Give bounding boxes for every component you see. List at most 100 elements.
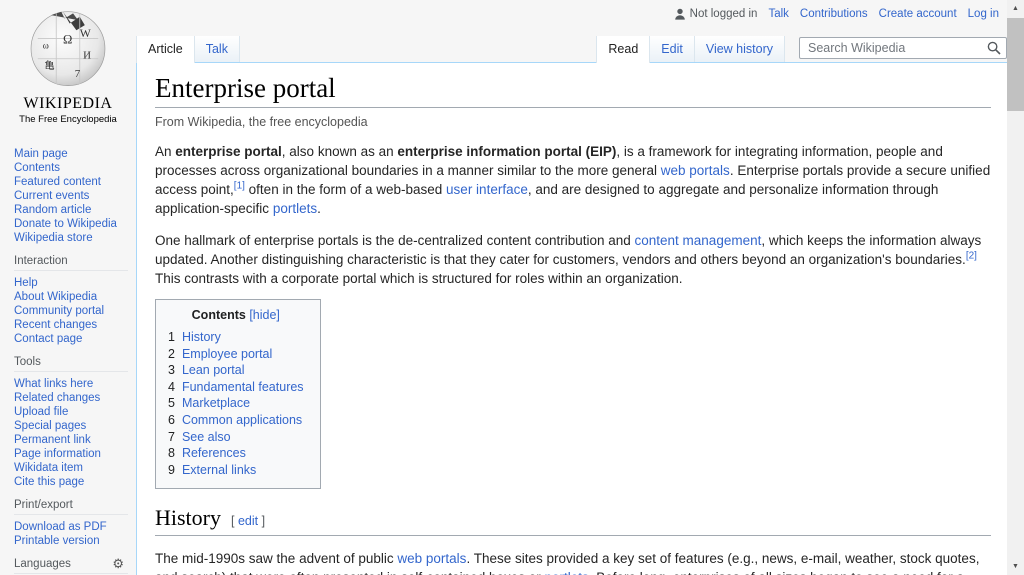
tab-bar: ArticleTalk ReadEditView history: [136, 36, 1007, 62]
text-run: The mid-1990s saw the advent of public: [155, 551, 397, 566]
sidebar-item-wikipedia-store[interactable]: Wikipedia store: [14, 231, 128, 245]
article-content: Enterprise portal From Wikipedia, the fr…: [136, 62, 1007, 575]
scrollbar[interactable]: ▲ ▼: [1007, 0, 1024, 575]
text-run: , also known as an: [282, 144, 398, 159]
section-title-label: Languages: [14, 558, 71, 570]
sidebar-item-current-events[interactable]: Current events: [14, 189, 128, 203]
toc-item-marketplace[interactable]: 5Marketplace: [168, 395, 304, 412]
personal-link-log-in[interactable]: Log in: [968, 8, 999, 20]
reference-sup: [2]: [966, 251, 977, 262]
sidebar: Ω W И 7 亀 ω WIKIPEDIA The Free Encyclope…: [0, 0, 136, 575]
toc-link-lean-portal[interactable]: Lean portal: [182, 363, 245, 377]
sidebar-item-featured-content[interactable]: Featured content: [14, 175, 128, 189]
toc-item-external-links[interactable]: 9 External links: [168, 462, 304, 479]
wikipedia-logo[interactable]: Ω W И 7 亀 ω WIKIPEDIA The Free Encyclope…: [0, 0, 136, 125]
toc-item-history[interactable]: 1History: [168, 329, 304, 346]
sidebar-section-tools: ToolsWhat links hereRelated changesUploa…: [14, 356, 128, 489]
toc-link-external-links[interactable]: External links: [182, 463, 256, 477]
toc-item-common-applications[interactable]: 6Common applications: [168, 412, 304, 429]
svg-text:W: W: [80, 27, 92, 40]
wikipedia-tagline: The Free Encyclopedia: [0, 114, 136, 125]
tab-article[interactable]: Article: [136, 36, 195, 63]
toc-link-common-applications[interactable]: Common applications: [182, 413, 302, 427]
toc-item-references[interactable]: 8References: [168, 445, 304, 462]
toc-number: 9: [168, 463, 175, 477]
sidebar-item-special-pages[interactable]: Special pages: [14, 419, 128, 433]
toc-link-fundamental-features[interactable]: Fundamental features: [182, 380, 304, 394]
sidebar-item-contact-page[interactable]: Contact page: [14, 332, 128, 346]
search-box: [799, 37, 1007, 59]
sidebar-section-print-export: Print/exportDownload as PDFPrintable ver…: [14, 499, 128, 548]
gear-icon[interactable]: ⚙: [112, 559, 124, 569]
toc-link-references[interactable]: References: [182, 446, 246, 460]
toc-item-fundamental-features[interactable]: 4Fundamental features: [168, 379, 304, 396]
sidebar-item-printable-version[interactable]: Printable version: [14, 534, 128, 548]
sidebar-item-download-as-pdf[interactable]: Download as PDF: [14, 520, 128, 534]
sidebar-item-recent-changes[interactable]: Recent changes: [14, 318, 128, 332]
sidebar-item-community-portal[interactable]: Community portal: [14, 304, 128, 318]
scroll-down-icon[interactable]: ▼: [1007, 558, 1024, 575]
reference-link[interactable]: [1]: [234, 181, 245, 192]
lead-paragraph-1: An enterprise portal, also known as an e…: [155, 142, 991, 218]
personal-status: Not logged in: [674, 8, 758, 20]
tab-view-history[interactable]: View history: [695, 36, 785, 62]
text-run: One hallmark of enterprise portals is th…: [155, 233, 635, 248]
toc-link-marketplace[interactable]: Marketplace: [182, 396, 250, 410]
toc-hide-link[interactable]: [hide]: [249, 308, 280, 322]
page-header: Not logged in Talk Contributions Create ac…: [136, 0, 1007, 62]
tab-edit[interactable]: Edit: [650, 36, 695, 62]
sidebar-item-donate-to-wikipedia[interactable]: Donate to Wikipedia: [14, 217, 128, 231]
article-link-web-portals[interactable]: web portals: [397, 551, 466, 566]
sidebar-item-wikidata-item[interactable]: Wikidata item: [14, 461, 128, 475]
toc-item-employee-portal[interactable]: 2Employee portal: [168, 346, 304, 363]
article-link-portlets[interactable]: portlets: [273, 201, 317, 216]
page-title: Enterprise portal: [155, 73, 991, 108]
sidebar-section-interaction: InteractionHelpAbout WikipediaCommunity …: [14, 255, 128, 346]
text-run: .: [317, 201, 321, 216]
article-link-content-management[interactable]: content management: [635, 233, 762, 248]
article-link-portlets[interactable]: portlets: [544, 570, 588, 575]
bold-term: enterprise information portal (EIP): [397, 144, 616, 159]
svg-text:7: 7: [75, 68, 81, 80]
text-run: often in the form of a web-based: [245, 182, 446, 197]
history-paragraph-1: The mid-1990s saw the advent of public w…: [155, 549, 991, 575]
toc-item-see-also[interactable]: 7 See also: [168, 429, 304, 446]
sidebar-item-page-information[interactable]: Page information: [14, 447, 128, 461]
scrollbar-thumb[interactable]: [1007, 18, 1024, 111]
bold-term: enterprise portal: [175, 144, 282, 159]
search-input[interactable]: [799, 37, 1007, 59]
reference-sup: [1]: [234, 181, 245, 192]
user-icon: [674, 8, 686, 20]
sidebar-item-permanent-link[interactable]: Permanent link: [14, 433, 128, 447]
article-link-web-portals[interactable]: web portals: [661, 163, 730, 178]
reference-link[interactable]: [2]: [966, 251, 977, 262]
personal-link-create-account[interactable]: Create account: [879, 8, 957, 20]
toc-link-see-also[interactable]: See also: [182, 430, 231, 444]
search-icon[interactable]: [987, 41, 1001, 55]
scroll-up-icon[interactable]: ▲: [1007, 0, 1024, 17]
text-run: This contrasts with a corporate portal w…: [155, 271, 683, 286]
tab-read[interactable]: Read: [596, 36, 650, 63]
sidebar-item-upload-file[interactable]: Upload file: [14, 405, 128, 419]
sidebar-item-related-changes[interactable]: Related changes: [14, 391, 128, 405]
article-link-user-interface[interactable]: user interface: [446, 182, 528, 197]
edit-link[interactable]: edit: [238, 514, 258, 528]
history-heading: History[ edit ]: [155, 505, 991, 536]
toc-link-employee-portal[interactable]: Employee portal: [182, 347, 272, 361]
tab-talk[interactable]: Talk: [195, 36, 240, 62]
wikipedia-globe-icon: Ω W И 7 亀 ω: [26, 5, 110, 89]
personal-bar: Not logged in Talk Contributions Create ac…: [674, 8, 999, 20]
personal-link-talk[interactable]: Talk: [768, 8, 788, 20]
sidebar-item-main-page[interactable]: Main page: [14, 147, 128, 161]
sidebar-item-random-article[interactable]: Random article: [14, 203, 128, 217]
sidebar-item-contents[interactable]: Contents: [14, 161, 128, 175]
sidebar-item-cite-this-page[interactable]: Cite this page: [14, 475, 128, 489]
sidebar-item-help[interactable]: Help: [14, 276, 128, 290]
tabs-right: ReadEditView history: [596, 36, 785, 62]
toc-number: 7: [168, 430, 175, 444]
toc-item-lean-portal[interactable]: 3Lean portal: [168, 362, 304, 379]
toc-link-history[interactable]: History: [182, 330, 221, 344]
sidebar-item-what-links-here[interactable]: What links here: [14, 377, 128, 391]
personal-link-contributions[interactable]: Contributions: [800, 8, 868, 20]
sidebar-item-about-wikipedia[interactable]: About Wikipedia: [14, 290, 128, 304]
